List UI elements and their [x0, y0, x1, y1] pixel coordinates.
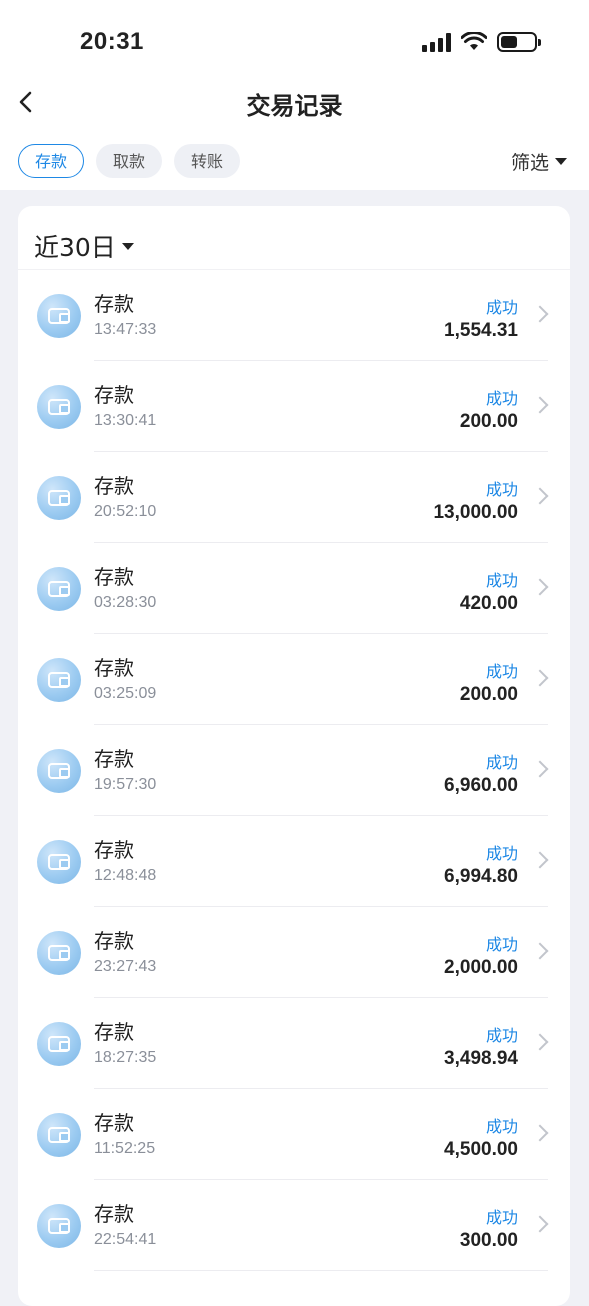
transaction-amount: 200.00 — [459, 411, 518, 432]
transaction-time: 18:27:35 — [94, 1049, 157, 1066]
wallet-icon — [37, 476, 81, 520]
transaction-time: 23:27:43 — [94, 958, 157, 975]
chevron-right-icon — [531, 760, 549, 778]
battery-icon — [497, 32, 541, 52]
transaction-amount: 13,000.00 — [433, 502, 518, 523]
transaction-amount: 1,554.31 — [444, 320, 518, 341]
wifi-icon — [461, 32, 487, 50]
chevron-right-icon — [531, 305, 549, 323]
chevron-right-icon — [531, 1215, 549, 1233]
transaction-status: 成功 — [485, 571, 518, 590]
transaction-amount: 3,498.94 — [444, 1048, 518, 1069]
chevron-right-icon — [531, 1033, 549, 1051]
transaction-list: 存款 13:47:33 成功 1,554.31 存款 13:30:41 成功 2… — [18, 270, 570, 1271]
date-range-label: 近30日 — [34, 233, 116, 262]
transaction-type: 存款 — [94, 383, 134, 407]
status-icons — [422, 30, 541, 54]
top-section: 20:31 交易记录 存款 取款 转账 筛选 — [0, 0, 589, 190]
transaction-status: 成功 — [485, 662, 518, 681]
transaction-row[interactable]: 存款 23:27:43 成功 2,000.00 — [18, 907, 570, 998]
transaction-amount: 6,960.00 — [444, 775, 518, 796]
transaction-time: 03:25:09 — [94, 685, 157, 702]
wallet-icon — [37, 294, 81, 338]
transaction-amount: 200.00 — [459, 684, 518, 705]
wallet-icon — [37, 1204, 81, 1248]
transaction-row[interactable]: 存款 12:48:48 成功 6,994.80 — [18, 816, 570, 907]
wallet-icon — [37, 931, 81, 975]
status-time: 20:31 — [80, 28, 144, 55]
transaction-status: 成功 — [485, 298, 518, 317]
transaction-time: 20:52:10 — [94, 503, 157, 520]
wallet-icon — [37, 1022, 81, 1066]
transaction-type: 存款 — [94, 474, 134, 498]
chevron-right-icon — [531, 487, 549, 505]
transaction-status: 成功 — [485, 1026, 518, 1045]
transaction-type: 存款 — [94, 565, 134, 589]
transaction-status: 成功 — [485, 844, 518, 863]
transactions-card: 近30日 存款 13:47:33 成功 1,554.31 存款 13:30:41… — [18, 206, 570, 1306]
transaction-time: 11:52:25 — [94, 1140, 156, 1157]
transaction-time: 13:47:33 — [94, 321, 157, 338]
wallet-icon — [37, 567, 81, 611]
wallet-icon — [37, 749, 81, 793]
wallet-icon — [37, 385, 81, 429]
transaction-time: 13:30:41 — [94, 412, 157, 429]
transaction-amount: 300.00 — [459, 1230, 518, 1251]
transaction-row[interactable]: 存款 13:47:33 成功 1,554.31 — [18, 270, 570, 361]
tab-transfer[interactable]: 转账 — [174, 144, 241, 178]
transaction-type: 存款 — [94, 1020, 134, 1044]
transaction-row[interactable]: 存款 11:52:25 成功 4,500.00 — [18, 1089, 570, 1180]
transaction-row[interactable]: 存款 18:27:35 成功 3,498.94 — [18, 998, 570, 1089]
caret-down-icon — [121, 242, 134, 250]
chevron-right-icon — [531, 1124, 549, 1142]
wallet-icon — [37, 658, 81, 702]
transaction-type: 存款 — [94, 838, 134, 862]
transaction-row[interactable]: 存款 13:30:41 成功 200.00 — [18, 361, 570, 452]
transaction-status: 成功 — [485, 1117, 518, 1136]
transaction-row[interactable]: 存款 19:57:30 成功 6,960.00 — [18, 725, 570, 816]
transaction-status: 成功 — [485, 753, 518, 772]
wallet-icon — [37, 840, 81, 884]
transaction-status: 成功 — [485, 389, 518, 408]
filter-button[interactable]: 筛选 — [511, 148, 567, 175]
transaction-row[interactable]: 存款 03:28:30 成功 420.00 — [18, 543, 570, 634]
tab-deposit[interactable]: 存款 — [18, 144, 85, 178]
transaction-amount: 2,000.00 — [444, 957, 518, 978]
wallet-icon — [37, 1113, 81, 1157]
tab-bar: 存款 取款 转账 — [18, 144, 241, 178]
transaction-amount: 420.00 — [459, 593, 518, 614]
transaction-time: 03:28:30 — [94, 594, 157, 611]
transaction-type: 存款 — [94, 1202, 134, 1226]
transaction-type: 存款 — [94, 1111, 134, 1135]
transaction-row[interactable]: 存款 20:52:10 成功 13,000.00 — [18, 452, 570, 543]
page-title: 交易记录 — [246, 92, 343, 120]
chevron-right-icon — [531, 851, 549, 869]
divider — [94, 1270, 548, 1271]
chevron-right-icon — [531, 578, 549, 596]
cellular-signal-icon — [422, 32, 451, 52]
tab-withdraw[interactable]: 取款 — [96, 144, 163, 178]
chevron-right-icon — [531, 669, 549, 687]
filter-label: 筛选 — [510, 152, 549, 174]
transaction-type: 存款 — [94, 656, 134, 680]
transaction-type: 存款 — [94, 292, 134, 316]
transaction-amount: 6,994.80 — [444, 866, 518, 887]
transaction-time: 22:54:41 — [94, 1231, 157, 1248]
transaction-amount: 4,500.00 — [444, 1139, 518, 1160]
transaction-status: 成功 — [485, 935, 518, 954]
status-bar: 20:31 — [0, 0, 589, 88]
transaction-type: 存款 — [94, 747, 134, 771]
transaction-row[interactable]: 存款 22:54:41 成功 300.00 — [18, 1180, 570, 1271]
nav-bar: 交易记录 — [0, 78, 589, 126]
transaction-type: 存款 — [94, 929, 134, 953]
transaction-status: 成功 — [485, 480, 518, 499]
chevron-right-icon — [531, 942, 549, 960]
chevron-right-icon — [531, 396, 549, 414]
transaction-status: 成功 — [485, 1208, 518, 1227]
transaction-time: 12:48:48 — [94, 867, 157, 884]
transaction-time: 19:57:30 — [94, 776, 157, 793]
date-range-selector[interactable]: 近30日 — [34, 228, 134, 264]
caret-down-icon — [555, 158, 567, 165]
transaction-row[interactable]: 存款 03:25:09 成功 200.00 — [18, 634, 570, 725]
